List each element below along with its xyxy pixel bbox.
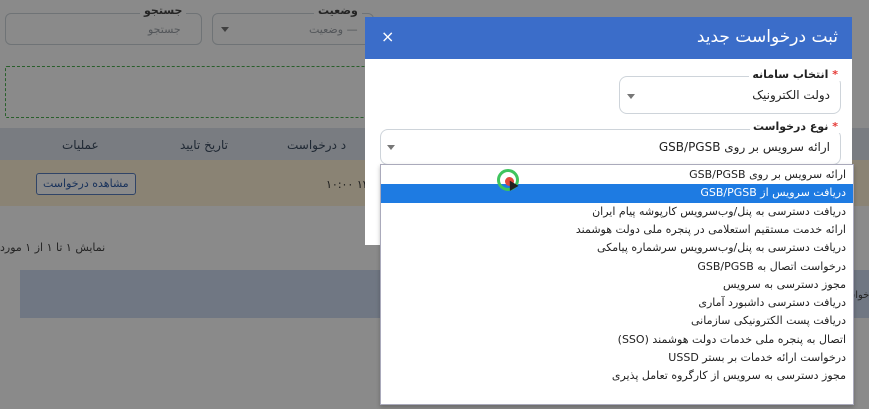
- dropdown-option[interactable]: دریافت پست الکترونیکی سازمانی: [381, 312, 853, 330]
- dropdown-option-label: مجوز دسترسی به سرویس: [722, 277, 846, 291]
- dropdown-option[interactable]: درخواست ارائه خدمات بر بستر USSD: [381, 349, 853, 367]
- required-mark: *: [832, 120, 838, 133]
- dropdown-option-label: ارائه سرویس بر روی GSB/PGSB: [689, 168, 846, 181]
- dropdown-option-label: اتصال به پنجره ملی خدمات دولت هوشمند (SS…: [617, 332, 846, 346]
- dropdown-option-label: درخواست اتصال به GSB/PGSB: [697, 259, 846, 273]
- dropdown-option-label: دریافت دسترسی به پنل/وب‌سرویس کارپوشه پی…: [592, 204, 846, 218]
- dropdown-option-label: ارائه خدمت مستقیم استعلامی در پنجره ملی …: [575, 222, 846, 236]
- dropdown-option[interactable]: ارائه خدمت مستقیم استعلامی در پنجره ملی …: [381, 221, 853, 239]
- system-field-label: * انتخاب سامانه: [749, 68, 841, 81]
- dropdown-option-label: دریافت پست الکترونیکی سازمانی: [690, 314, 846, 328]
- dropdown-option-label: دریافت دسترسی داشبورد آماری: [698, 296, 846, 310]
- system-label-text: انتخاب سامانه: [752, 68, 829, 81]
- request-type-label-text: نوع درخواست: [752, 120, 829, 133]
- dropdown-option-label: دریافت سرویس از GSB/PGSB: [700, 186, 846, 200]
- dropdown-option[interactable]: اتصال به پنجره ملی خدمات دولت هوشمند (SS…: [381, 331, 853, 349]
- dropdown-option-label: مجوز دسترسی به سرویس از کارگروه تعامل پذ…: [611, 369, 846, 383]
- dropdown-option-label: درخواست ارائه خدمات بر بستر USSD: [668, 351, 846, 364]
- chevron-down-icon: [627, 94, 635, 99]
- request-type-select[interactable]: ارائه سرویس بر روی GSB/PGSB: [380, 129, 841, 165]
- dropdown-option[interactable]: دریافت دسترسی به پنل/وب‌سرویس کارپوشه پی…: [381, 203, 853, 221]
- system-select[interactable]: دولت الکترونیک: [619, 76, 841, 114]
- dropdown-option[interactable]: مجوز دسترسی به سرویس: [381, 276, 853, 294]
- required-mark: *: [832, 68, 838, 81]
- dropdown-option[interactable]: مجوز دسترسی به سرویس از کارگروه تعامل پذ…: [381, 367, 853, 385]
- dropdown-option[interactable]: ارائه سرویس بر روی GSB/PGSB: [381, 166, 853, 184]
- modal-title: ثبت درخواست جدید: [696, 27, 838, 47]
- close-icon[interactable]: ×: [381, 27, 394, 46]
- request-type-label: * نوع درخواست: [749, 120, 841, 133]
- dropdown-option[interactable]: درخواست اتصال به GSB/PGSB: [381, 258, 853, 276]
- dropdown-option[interactable]: دریافت سرویس از GSB/PGSB: [381, 184, 853, 203]
- system-select-value: دولت الکترونیک: [752, 88, 830, 102]
- dropdown-option-label: دریافت دسترسی به پنل/وب‌سرویس سرشماره پی…: [597, 241, 846, 255]
- dropdown-option[interactable]: دریافت دسترسی به پنل/وب‌سرویس سرشماره پی…: [381, 239, 853, 257]
- modal-header: × ثبت درخواست جدید: [365, 17, 852, 59]
- request-type-options: ارائه سرویس بر روی GSB/PGSB دریافت سرویس …: [380, 164, 854, 405]
- dropdown-option[interactable]: دریافت دسترسی داشبورد آماری: [381, 294, 853, 312]
- request-type-value: ارائه سرویس بر روی GSB/PGSB: [658, 140, 830, 154]
- chevron-down-icon: [387, 145, 395, 150]
